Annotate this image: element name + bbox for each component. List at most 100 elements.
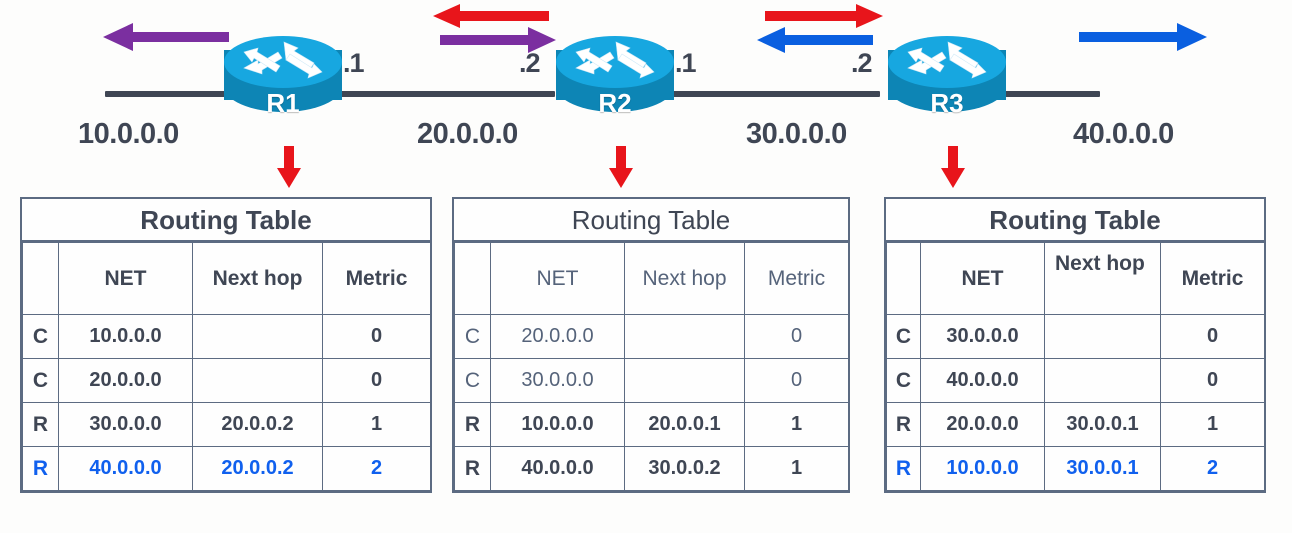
cell-code: C xyxy=(454,358,491,403)
routing-table-r1: Routing Table NET Next hop Metric C 10.0… xyxy=(20,197,432,493)
table-row-highlighted: R 10.0.0.0 30.0.0.1 2 xyxy=(886,446,1265,491)
table-row: C 20.0.0.0 0 xyxy=(454,314,849,359)
network-line-40 xyxy=(1000,91,1100,97)
routing-table-r2: Routing Table NET Next hop Metric C 20.0… xyxy=(452,197,850,493)
network-label-10: 10.0.0.0 xyxy=(78,118,179,150)
cell-nexthop xyxy=(192,358,323,403)
cell-net: 20.0.0.0 xyxy=(920,402,1045,447)
cell-nexthop xyxy=(624,358,745,403)
cell-metric: 1 xyxy=(322,402,431,447)
network-line-10 xyxy=(105,91,230,97)
router-arrows-icon xyxy=(907,41,987,79)
table-row: R 40.0.0.0 30.0.0.2 1 xyxy=(454,446,849,491)
table-row: R 20.0.0.0 30.0.0.1 1 xyxy=(886,402,1265,447)
cell-net: 20.0.0.0 xyxy=(58,358,193,403)
cell-metric: 0 xyxy=(744,358,849,403)
router-r2[interactable]: R2 xyxy=(556,36,674,128)
cell-net: 30.0.0.0 xyxy=(58,402,193,447)
cell-nexthop xyxy=(1044,358,1161,403)
cell-net: 10.0.0.0 xyxy=(490,402,625,447)
interface-label-r1-20: .1 xyxy=(343,48,365,78)
cell-code: R xyxy=(22,446,59,491)
cell-net: 20.0.0.0 xyxy=(490,314,625,359)
table-header-row: NET Next hop Metric xyxy=(886,242,1265,315)
table-row: C 30.0.0.0 0 xyxy=(454,358,849,403)
routing-table-title: Routing Table xyxy=(22,199,430,242)
routing-table-grid: NET Next hop Metric C 10.0.0.0 0 C 20.0.… xyxy=(22,242,431,491)
router-arrows-icon xyxy=(575,41,655,79)
col-header-metric: Metric xyxy=(322,242,431,315)
col-header-code xyxy=(22,242,59,315)
col-header-code xyxy=(454,242,491,315)
table-row: C 20.0.0.0 0 xyxy=(22,358,431,403)
cell-metric: 0 xyxy=(322,358,431,403)
cell-net: 10.0.0.0 xyxy=(58,314,193,359)
table-row: R 10.0.0.0 20.0.0.1 1 xyxy=(454,402,849,447)
col-header-code xyxy=(886,242,921,315)
table-row: R 30.0.0.0 20.0.0.2 1 xyxy=(22,402,431,447)
cell-net: 40.0.0.0 xyxy=(58,446,193,491)
down-arrow-to-table-r3 xyxy=(941,146,965,188)
cell-code: C xyxy=(22,358,59,403)
network-label-20: 20.0.0.0 xyxy=(417,118,518,150)
cell-net: 40.0.0.0 xyxy=(490,446,625,491)
interface-label-r2-30: .1 xyxy=(675,48,697,78)
network-line-30 xyxy=(665,91,880,97)
diagram-canvas: R1 R2 R3 .1 .2 .1 .2 10.0.0.0 20.0.0.0 3… xyxy=(0,0,1292,533)
col-header-net: NET xyxy=(58,242,193,315)
cell-net: 10.0.0.0 xyxy=(920,446,1045,491)
cell-net: 40.0.0.0 xyxy=(920,358,1045,403)
cell-metric: 0 xyxy=(744,314,849,359)
cell-net: 30.0.0.0 xyxy=(490,358,625,403)
table-row: C 30.0.0.0 0 xyxy=(886,314,1265,359)
routing-table-grid: NET Next hop Metric C 30.0.0.0 0 C 40.0.… xyxy=(886,242,1265,491)
router-r3[interactable]: R3 xyxy=(888,36,1006,128)
col-header-net: NET xyxy=(490,242,625,315)
routing-table-grid: NET Next hop Metric C 20.0.0.0 0 C 30.0.… xyxy=(454,242,849,491)
col-header-metric: Metric xyxy=(744,242,849,315)
cell-code: R xyxy=(22,402,59,447)
cell-metric: 1 xyxy=(744,446,849,491)
router-r1[interactable]: R1 xyxy=(224,36,342,128)
table-header-row: NET Next hop Metric xyxy=(22,242,431,315)
router-label: R3 xyxy=(930,88,964,118)
routing-table-r3: Routing Table NET Next hop Metric C 30.0… xyxy=(884,197,1266,493)
table-row-highlighted: R 40.0.0.0 20.0.0.2 2 xyxy=(22,446,431,491)
cell-metric: 0 xyxy=(1160,314,1265,359)
cell-nexthop: 20.0.0.2 xyxy=(192,446,323,491)
routing-table-title: Routing Table xyxy=(886,199,1264,242)
flow-arrow-blue-left-seg30 xyxy=(757,27,873,53)
cell-nexthop xyxy=(1044,314,1161,359)
cell-code: R xyxy=(886,446,921,491)
cell-nexthop: 30.0.0.2 xyxy=(624,446,745,491)
cell-nexthop: 20.0.0.1 xyxy=(624,402,745,447)
cell-nexthop xyxy=(624,314,745,359)
cell-code: R xyxy=(454,446,491,491)
network-label-40: 40.0.0.0 xyxy=(1073,118,1174,150)
flow-arrow-blue-right-outer xyxy=(1079,23,1207,51)
cell-metric: 2 xyxy=(322,446,431,491)
table-header-row: NET Next hop Metric xyxy=(454,242,849,315)
flow-arrow-purple-right-seg20 xyxy=(440,27,556,53)
cell-nexthop: 30.0.0.1 xyxy=(1044,402,1161,447)
cell-metric: 2 xyxy=(1160,446,1265,491)
router-arrows-icon xyxy=(243,41,323,79)
router-label: R1 xyxy=(266,88,300,118)
cell-code: R xyxy=(886,402,921,447)
network-line-20 xyxy=(340,91,555,97)
col-header-metric: Metric xyxy=(1160,242,1265,315)
cell-code: C xyxy=(886,314,921,359)
cell-nexthop xyxy=(192,314,323,359)
flow-arrow-purple-left-outer xyxy=(103,23,229,51)
col-header-nexthop: Next hop xyxy=(192,242,323,315)
cell-code: R xyxy=(454,402,491,447)
cell-nexthop: 20.0.0.2 xyxy=(192,402,323,447)
cell-code: C xyxy=(454,314,491,359)
down-arrow-to-table-r1 xyxy=(277,146,301,188)
cell-nexthop: 30.0.0.1 xyxy=(1044,446,1161,491)
cell-code: C xyxy=(22,314,59,359)
network-label-30: 30.0.0.0 xyxy=(746,118,847,150)
cell-metric: 0 xyxy=(1160,358,1265,403)
table-row: C 10.0.0.0 0 xyxy=(22,314,431,359)
cell-code: C xyxy=(886,358,921,403)
